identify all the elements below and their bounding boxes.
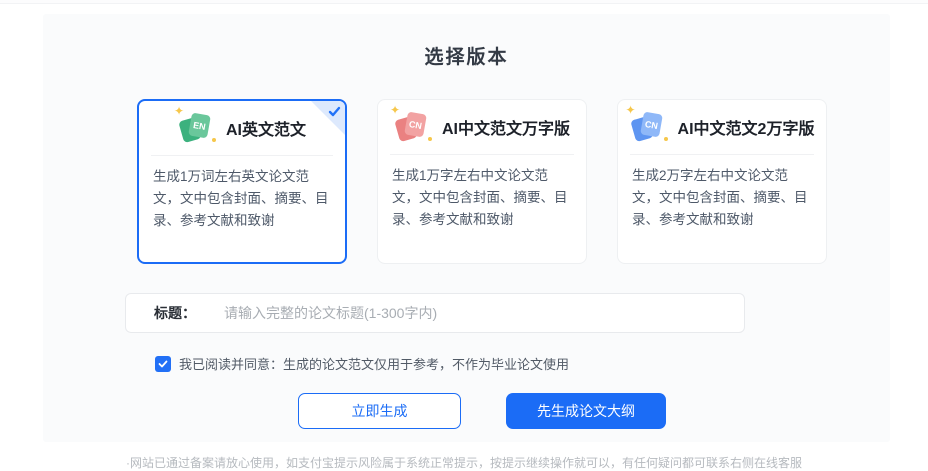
- top-divider: [0, 0, 928, 4]
- action-buttons: 立即生成 先生成论文大纲: [137, 393, 827, 429]
- paper-title-input[interactable]: [222, 304, 744, 322]
- generate-outline-first-button[interactable]: 先生成论文大纲: [506, 393, 666, 429]
- sparkle-icon: ✦: [173, 104, 185, 118]
- checkbox-check-icon: [158, 360, 168, 367]
- card-header: ✦ CN AI中文范文万字版: [378, 100, 586, 154]
- card-title: AI英文范文: [225, 122, 306, 139]
- card-header: ✦ CN AI中文范文2万字版: [618, 100, 826, 154]
- version-card-ai-chinese-20k[interactable]: ✦ CN AI中文范文2万字版 生成2万字左右中文论文范文，文中包含封面、摘要、…: [617, 99, 827, 264]
- agreement-checkbox[interactable]: [155, 355, 171, 372]
- footer-notice: ·网站已通过备案请放心使用，如支付宝提示风险属于系统正常提示，按提示继续操作就可…: [125, 456, 802, 470]
- title-input-row: 标题：: [125, 293, 745, 333]
- cn-badge: CN: [404, 111, 427, 138]
- cn-document-icon-blue: ✦ CN: [626, 104, 668, 144]
- sparkle-icon: ✦: [389, 103, 401, 117]
- version-card-ai-chinese-10k[interactable]: ✦ CN AI中文范文万字版 生成1万字左右中文论文范文，文中包含封面、摘要、目…: [377, 99, 587, 264]
- selected-check-icon: [328, 106, 341, 117]
- card-description: 生成2万字左右中文论文范文，文中包含封面、摘要、目录、参考文献和致谢: [632, 168, 808, 227]
- card-description: 生成1万字左右中文论文范文，文中包含封面、摘要、目录、参考文献和致谢: [392, 168, 568, 227]
- cn-badge: CN: [639, 111, 663, 138]
- agreement-row: 我已阅读并同意：生成的论文范文仅用于参考，不作为毕业论文使用: [155, 354, 890, 373]
- sparkle-icon: ✦: [625, 103, 636, 117]
- en-badge: EN: [188, 112, 211, 139]
- card-title: AI中文范文万字版: [441, 121, 570, 138]
- en-document-icon: ✦ EN: [174, 105, 216, 145]
- version-select-panel: 选择版本 ✦ EN AI英文范文 生成1万词左右英文论文范文，文中包含封面、摘要…: [43, 14, 890, 442]
- version-card-ai-english[interactable]: ✦ EN AI英文范文 生成1万词左右英文论文范文，文中包含封面、摘要、目录、参…: [137, 99, 347, 264]
- card-description: 生成1万词左右英文论文范文，文中包含封面、摘要、目录、参考文献和致谢: [153, 169, 329, 228]
- generate-now-button[interactable]: 立即生成: [298, 393, 461, 429]
- agreement-text: 我已阅读并同意：生成的论文范文仅用于参考，不作为毕业论文使用: [179, 357, 570, 372]
- card-title: AI中文范文2万字版: [677, 121, 815, 138]
- title-label: 标题：: [154, 305, 196, 321]
- cn-document-icon-pink: ✦ CN: [390, 104, 432, 144]
- page-title: 选择版本: [424, 47, 509, 68]
- version-cards: ✦ EN AI英文范文 生成1万词左右英文论文范文，文中包含封面、摘要、目录、参…: [137, 99, 827, 264]
